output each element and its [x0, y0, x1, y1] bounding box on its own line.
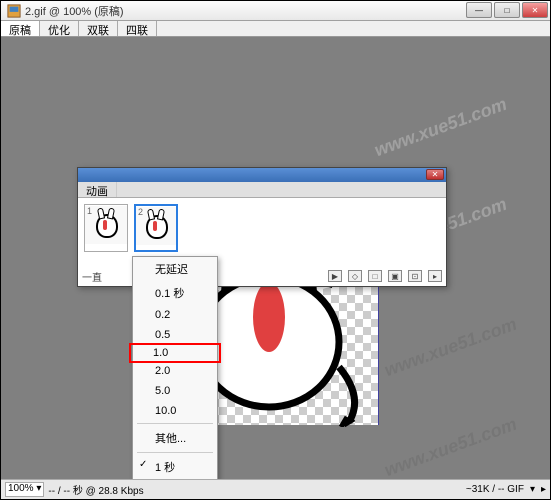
close-button[interactable]: ✕: [522, 2, 548, 18]
watermark: www.xue51.com: [371, 94, 509, 161]
tween-icon[interactable]: ◇: [348, 270, 362, 282]
frame-1[interactable]: 1: [84, 204, 128, 252]
panel-tab-animation[interactable]: 动画: [78, 182, 117, 197]
menu-0-2s[interactable]: 0.2: [133, 305, 217, 325]
doc-tabbar: 原稿 优化 双联 四联: [1, 21, 550, 37]
dupframe-icon[interactable]: ▣: [388, 270, 402, 282]
tab-original[interactable]: 原稿: [1, 21, 40, 36]
status-size: ~31K / -- GIF: [466, 484, 524, 495]
panel-titlebar[interactable]: ✕: [78, 168, 446, 182]
menu-current[interactable]: ✓ 1 秒: [133, 455, 217, 479]
tab-4up[interactable]: 四联: [118, 21, 157, 36]
frame-2[interactable]: 2: [134, 204, 178, 252]
chevron-right-icon[interactable]: ▸: [541, 484, 546, 495]
menu-nodelay[interactable]: 无延迟: [133, 257, 217, 281]
menu-separator: [137, 452, 213, 453]
menu-other[interactable]: 其他...: [133, 426, 217, 450]
menu-5-0s[interactable]: 5.0: [133, 381, 217, 401]
menu-0-5s[interactable]: 0.5: [133, 325, 217, 345]
menu-1-0s[interactable]: 1.0: [129, 343, 221, 363]
play-icon[interactable]: ▶: [328, 270, 342, 282]
menu-10-0s[interactable]: 10.0: [133, 401, 217, 421]
minimize-button[interactable]: —: [466, 2, 492, 18]
newframe-icon[interactable]: □: [368, 270, 382, 282]
delay-menu: 无延迟 0.1 秒 0.2 0.5 1.0 2.0 5.0 10.0 其他...…: [132, 256, 218, 479]
window-title: 2.gif @ 100% (原稿): [25, 3, 124, 19]
panel-close-button[interactable]: ✕: [426, 169, 444, 180]
statusbar: 100% ▾ -- / -- 秒 @ 28.8 Kbps ~31K / -- G…: [1, 479, 550, 499]
loop-label: 一直: [82, 269, 102, 284]
bunny-thumb-icon: [141, 211, 171, 241]
tab-optimize[interactable]: 优化: [40, 21, 79, 36]
delframe-icon[interactable]: ⊡: [408, 270, 422, 282]
maximize-button[interactable]: □: [494, 2, 520, 18]
chevron-down-icon[interactable]: ▾: [530, 484, 535, 495]
zoom-select[interactable]: 100% ▾: [5, 482, 44, 497]
menu-0-1s[interactable]: 0.1 秒: [133, 281, 217, 305]
check-icon: ✓: [139, 459, 147, 470]
titlebar: 2.gif @ 100% (原稿) — □ ✕: [1, 1, 550, 21]
status-rate: -- / -- 秒 @ 28.8 Kbps: [48, 482, 143, 497]
canvas-area: www.xue51.com www.xue51.com www.xue51.co…: [1, 37, 550, 479]
watermark: www.xue51.com: [381, 314, 519, 381]
menu-separator: [137, 423, 213, 424]
app-icon: [7, 4, 21, 18]
menu-icon[interactable]: ▸: [428, 270, 442, 282]
tab-2up[interactable]: 双联: [79, 21, 118, 36]
bunny-thumb-icon: [91, 210, 121, 240]
watermark: www.xue51.com: [381, 414, 519, 479]
menu-2-0s[interactable]: 2.0: [133, 361, 217, 381]
